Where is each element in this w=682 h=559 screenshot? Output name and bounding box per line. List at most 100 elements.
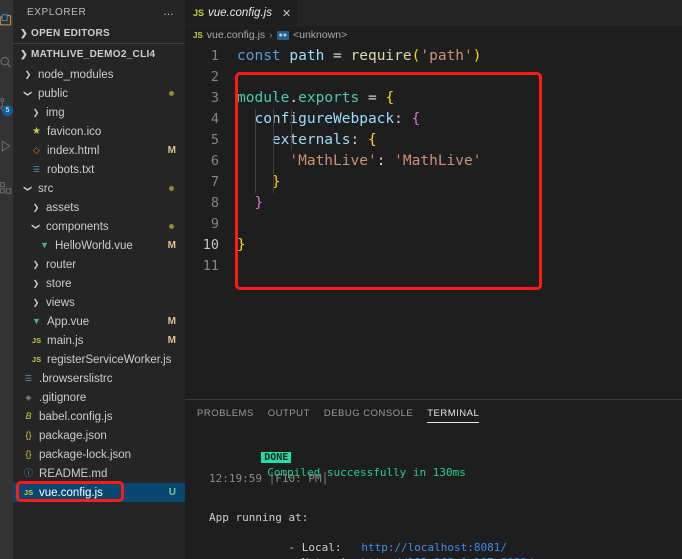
tab-vue-config-js[interactable]: JS vue.config.js ✕ [185, 0, 299, 25]
line-number: 9 [210, 216, 219, 232]
terminal-output[interactable]: DONE Compiled successfully in 130ms 12:1… [185, 426, 682, 559]
tree-file[interactable]: ◈ .gitignore [13, 388, 185, 407]
tree-file[interactable]: Βbabel.config.js [13, 407, 185, 426]
breadcrumb-symbol[interactable]: <unknown> [293, 29, 347, 41]
code-token: configureWebpack [254, 111, 395, 127]
terminal-local-label: - Local: [275, 541, 362, 554]
chevron-down-icon: ❯ [23, 185, 33, 192]
tree-file[interactable]: ☰ robots.txt [13, 160, 185, 179]
activity-item-source-control[interactable]: 5 [0, 90, 13, 118]
code-token: { [411, 111, 421, 127]
terminal-local-url[interactable]: http://localhost:8081/ [361, 541, 507, 554]
source-control-badge: 5 [2, 105, 13, 116]
panel-tab-output[interactable]: OUTPUT [268, 400, 310, 426]
activity-item-run-and-debug[interactable] [0, 132, 13, 160]
tree-folder[interactable]: ❯ components [13, 217, 185, 236]
line-number: 6 [210, 153, 219, 169]
tree-file[interactable]: ◇ index.html M [13, 141, 185, 160]
tree-file-label: .gitignore [39, 391, 87, 404]
breadcrumb-file[interactable]: vue.config.js [207, 29, 265, 41]
tree-file[interactable]: {} package.json [13, 426, 185, 445]
tree-folder-label: node_modules [38, 68, 114, 81]
code-line: 8 } [185, 193, 682, 214]
html-icon: ◇ [33, 145, 40, 155]
tree-folder[interactable]: ❯ router [13, 255, 185, 274]
code-token: 'path' [420, 48, 473, 64]
tree-file[interactable]: {} package-lock.json [13, 445, 185, 464]
tree-folder-label: src [38, 182, 54, 195]
indent-guide [255, 109, 256, 193]
tree-folder[interactable]: ❯ public [13, 84, 185, 103]
section-workspace-root[interactable]: ❯ MATHLIVE_DEMO2_CLI4 [13, 44, 185, 64]
activity-item-explorer[interactable] [0, 6, 13, 34]
line-number: 5 [210, 132, 219, 148]
activity-item-search[interactable] [0, 48, 13, 76]
tree-folder[interactable]: ❯ img [13, 103, 185, 122]
panel-tab-problems[interactable]: PROBLEMS [197, 400, 254, 426]
tree-file-label: index.html [47, 144, 100, 157]
editor-area: JS vue.config.js ✕ JS vue.config.js › ●●… [185, 0, 682, 559]
done-badge: DONE [261, 452, 292, 463]
text-icon: ☰ [24, 373, 33, 383]
code-editor[interactable]: 1 const path = require('path') 2 3 module.ex… [185, 44, 682, 399]
babel-icon: Β [25, 411, 32, 421]
tree-folder-label: public [38, 87, 69, 100]
line-number: 1 [210, 48, 219, 64]
code-token: 'MathLive' [289, 153, 377, 169]
more-actions-icon[interactable]: … [163, 6, 175, 18]
tree-file[interactable]: ▼ App.vue M [13, 312, 185, 331]
tree-folder[interactable]: ❯ src [13, 179, 185, 198]
panel-tabs: PROBLEMS OUTPUT DEBUG CONSOLE TERMINAL [185, 400, 682, 426]
activity-item-extensions[interactable] [0, 174, 13, 202]
file-status-badge: U [168, 487, 176, 498]
tree-file[interactable]: ☰ .browserslistrc [13, 369, 185, 388]
code-line: 4 configureWebpack: { [185, 109, 682, 130]
code-line: 11 [185, 256, 682, 277]
tree-file[interactable]: JS main.js M [13, 331, 185, 350]
line-number: 2 [210, 69, 219, 85]
tree-file-label: main.js [47, 334, 84, 347]
chevron-right-icon: ❯ [32, 260, 40, 269]
files-icon [0, 13, 12, 28]
vscode-window: 5 EXPLORER … ❯ OPEN EDITORS ❯ MATHLIVE_D… [0, 0, 682, 559]
tree-file[interactable]: ⓘ README.md [13, 464, 185, 483]
chevron-right-icon: ❯ [32, 298, 40, 307]
folder-change-dot [169, 186, 174, 191]
tree-folder[interactable]: ❯ assets [13, 198, 185, 217]
section-open-editors[interactable]: ❯ OPEN EDITORS [13, 24, 185, 44]
tree-file-label: registerServiceWorker.js [47, 353, 172, 366]
tree-file-label: favicon.ico [47, 125, 102, 138]
line-number: 7 [210, 174, 219, 190]
terminal-status-line: DONE Compiled successfully in 130ms [195, 434, 682, 479]
panel-tab-debug-console[interactable]: DEBUG CONSOLE [324, 400, 413, 426]
line-number: 10 [202, 237, 219, 253]
tree-file-label: package.json [39, 429, 107, 442]
tree-file[interactable]: JS registerServiceWorker.js [13, 350, 185, 369]
tree-file-label: HelloWorld.vue [55, 239, 133, 252]
close-icon[interactable]: ✕ [282, 7, 291, 20]
code-token: } [254, 195, 264, 211]
tree-folder[interactable]: ❯ node_modules [13, 65, 185, 84]
tree-folder[interactable]: ❯ views [13, 293, 185, 312]
code-token: . [289, 90, 299, 106]
tree-file[interactable]: ▼ HelloWorld.vue M [13, 236, 185, 255]
bottom-panel: PROBLEMS OUTPUT DEBUG CONSOLE TERMINAL DONE… [185, 399, 682, 559]
code-token: require [350, 48, 412, 64]
code-line: 3 module.exports = { [185, 88, 682, 109]
chevron-down-icon: ❯ [23, 90, 33, 97]
tree-folder-label: views [46, 296, 75, 309]
tree-file[interactable]: JS vue.config.js U [13, 481, 185, 502]
js-icon: JS [31, 335, 42, 345]
panel-tab-terminal[interactable]: TERMINAL [427, 400, 480, 426]
tree-file-label: babel.config.js [39, 410, 113, 423]
js-icon: JS [193, 30, 203, 40]
code-line: 7 } [185, 172, 682, 193]
tree-folder[interactable]: ❯ store [13, 274, 185, 293]
search-icon [0, 55, 12, 69]
tree-file[interactable]: ★ favicon.ico [13, 122, 185, 141]
